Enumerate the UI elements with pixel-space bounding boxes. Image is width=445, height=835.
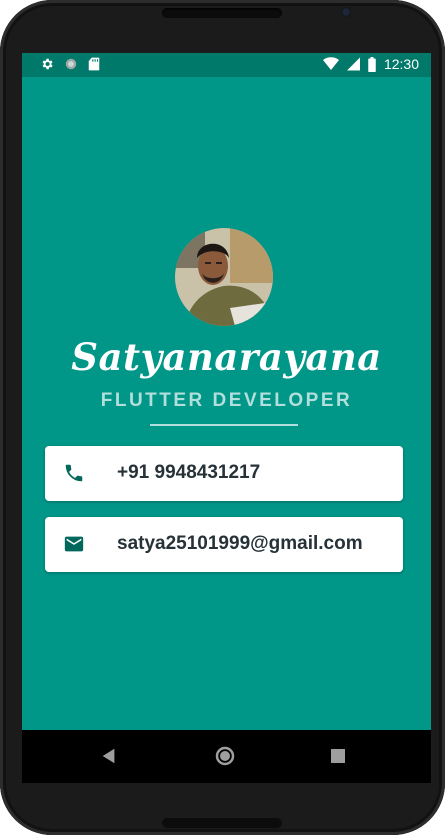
email-address: satya25101999@gmail.com: [117, 533, 363, 554]
top-speaker: [162, 8, 282, 18]
front-camera: [341, 7, 351, 17]
back-button[interactable]: [100, 747, 118, 765]
phone-card[interactable]: +91 9948431217: [45, 446, 403, 501]
phone-number: +91 9948431217: [117, 462, 261, 483]
phone-icon: [65, 464, 83, 482]
sd-card-icon: [88, 57, 100, 71]
bottom-speaker: [162, 818, 282, 828]
app-screen: 12:30 Satyanarayana FLUTTER DEVELOPER +9…: [22, 53, 431, 783]
email-icon: [64, 536, 84, 552]
status-time: 12:30: [383, 56, 419, 72]
divider: [150, 424, 298, 426]
home-button[interactable]: [215, 746, 235, 766]
status-bar: 12:30: [22, 53, 431, 77]
phone-frame: 12:30 Satyanarayana FLUTTER DEVELOPER +9…: [0, 0, 445, 835]
recents-button[interactable]: [331, 749, 345, 763]
signal-icon: [346, 57, 360, 71]
sync-icon: [65, 58, 77, 70]
email-card[interactable]: satya25101999@gmail.com: [45, 517, 403, 572]
settings-icon: [42, 58, 53, 70]
profile-name: Satyanarayana: [71, 335, 382, 379]
profile-avatar: [175, 228, 273, 326]
wifi-icon: [322, 57, 339, 70]
navigation-bar: [22, 730, 431, 783]
profile-title: FLUTTER DEVELOPER: [100, 390, 353, 411]
battery-icon: [368, 56, 376, 72]
